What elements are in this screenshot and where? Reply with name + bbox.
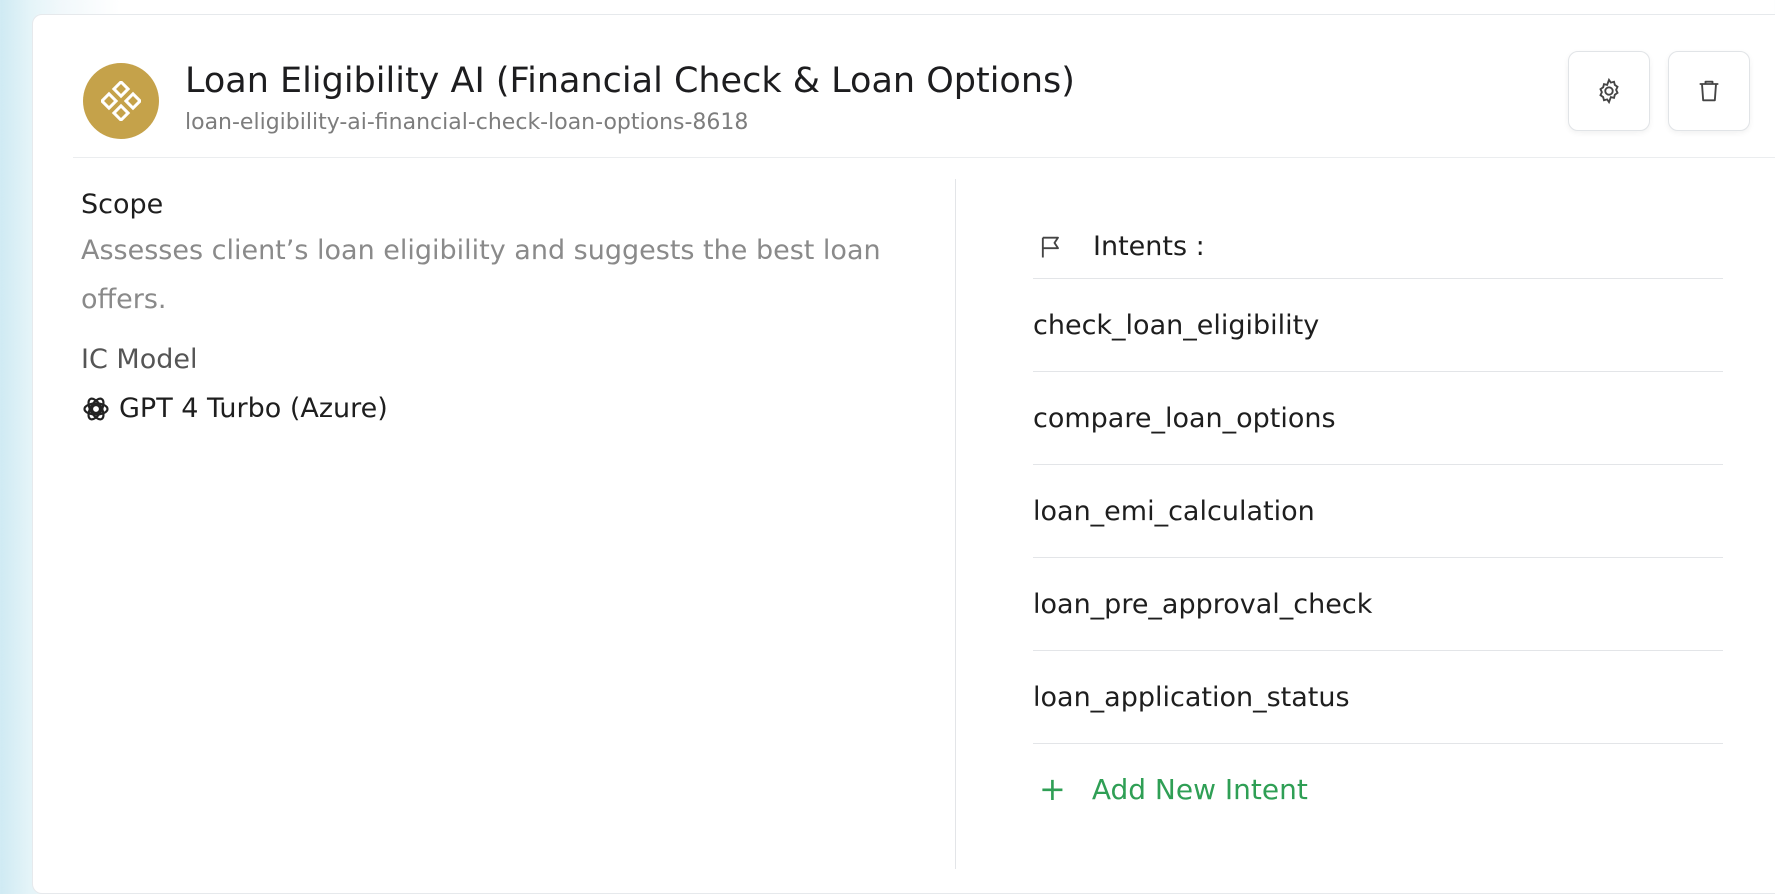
flag-icon (1041, 236, 1059, 257)
add-intent-button[interactable]: + Add New Intent (1033, 744, 1723, 834)
intent-item[interactable]: compare_loan_options (1033, 372, 1723, 465)
diamonds-icon (101, 81, 141, 121)
header-divider (73, 157, 1775, 158)
intent-item[interactable]: check_loan_eligibility (1033, 279, 1723, 372)
details-panel: Scope Assesses client’s loan eligibility… (81, 189, 921, 424)
agent-card: Loan Eligibility AI (Financial Check & L… (32, 14, 1775, 894)
intent-item[interactable]: loan_pre_approval_check (1033, 558, 1723, 651)
ic-model-label: IC Model (81, 344, 198, 375)
agent-title: Loan Eligibility AI (Financial Check & L… (185, 61, 1075, 101)
settings-button[interactable] (1568, 51, 1650, 131)
ic-model-value: GPT 4 Turbo (Azure) (81, 393, 921, 424)
intents-header: Intents : (1033, 215, 1723, 279)
agent-slug: loan-eligibility-ai-financial-check-loan… (185, 110, 749, 135)
ic-model-name: GPT 4 Turbo (Azure) (119, 393, 388, 424)
gear-icon (1599, 77, 1619, 105)
card-header: Loan Eligibility AI (Financial Check & L… (33, 15, 1775, 160)
delete-button[interactable] (1668, 51, 1750, 131)
intent-item[interactable]: loan_emi_calculation (1033, 465, 1723, 558)
scope-text: Assesses client’s loan eligibility and s… (81, 235, 881, 315)
column-divider (955, 179, 956, 869)
plus-icon: + (1039, 770, 1066, 808)
scope-label: Scope (81, 189, 164, 220)
openai-icon (83, 397, 109, 420)
intents-label: Intents : (1093, 231, 1205, 262)
intents-panel: Intents : check_loan_eligibility compare… (1033, 215, 1723, 834)
agent-avatar (83, 63, 159, 139)
trash-icon (1699, 80, 1719, 102)
intent-item[interactable]: loan_application_status (1033, 651, 1723, 744)
add-intent-label: Add New Intent (1091, 772, 1308, 806)
